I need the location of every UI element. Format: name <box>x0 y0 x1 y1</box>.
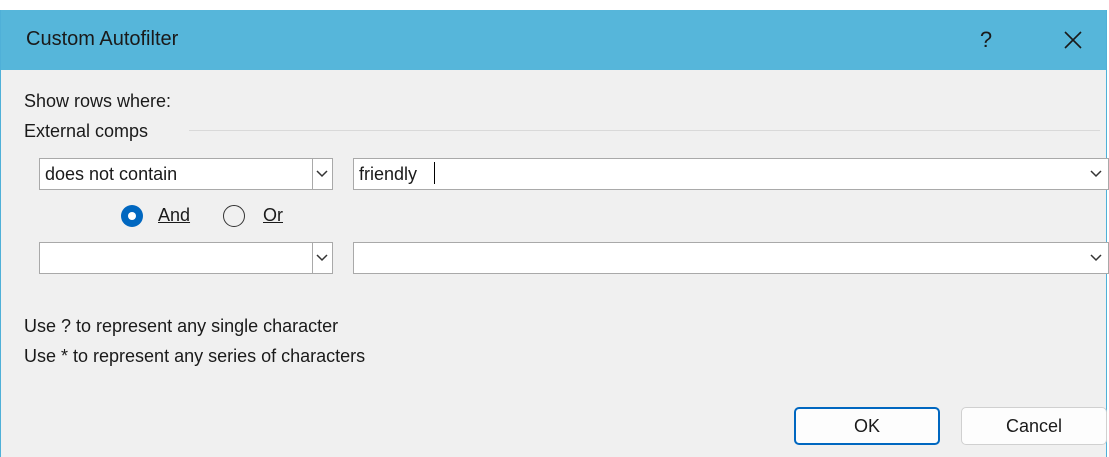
custom-autofilter-dialog: Custom Autofilter ? Show rows where: Ext… <box>0 10 1109 457</box>
chevron-down-icon <box>316 170 328 178</box>
and-label[interactable]: And <box>158 205 190 226</box>
close-icon <box>1064 31 1082 49</box>
hint-single-char: Use ? to represent any single character <box>24 316 339 336</box>
title-bar[interactable]: Custom Autofilter ? <box>1 10 1106 70</box>
or-radio[interactable] <box>223 205 245 227</box>
group-divider <box>189 130 1100 131</box>
operator-value-1: does not contain <box>45 164 178 184</box>
column-name-label: External comps <box>24 121 149 141</box>
dialog-title: Custom Autofilter <box>26 28 179 50</box>
chevron-down-icon <box>316 254 328 262</box>
operator-dropdown-button-1[interactable] <box>312 159 332 189</box>
cancel-button[interactable]: Cancel <box>961 407 1107 445</box>
value-combobox-1[interactable]: friendly <box>353 158 1109 190</box>
operator-select-1[interactable]: does not contain <box>39 158 333 190</box>
and-radio[interactable] <box>121 205 143 227</box>
or-label[interactable]: Or <box>263 205 283 226</box>
text-cursor <box>434 162 435 184</box>
ok-button[interactable]: OK <box>794 407 940 445</box>
close-button[interactable] <box>1046 18 1100 62</box>
chevron-down-icon[interactable] <box>1090 170 1102 178</box>
operator-select-2[interactable] <box>39 242 333 274</box>
hint-series-chars: Use * to represent any series of charact… <box>24 346 366 366</box>
chevron-down-icon[interactable] <box>1090 254 1102 262</box>
value-combobox-2[interactable] <box>353 242 1109 274</box>
show-rows-label: Show rows where: <box>24 91 172 111</box>
value-text-1: friendly <box>359 164 418 184</box>
operator-dropdown-button-2[interactable] <box>312 243 332 273</box>
help-button[interactable]: ? <box>961 18 1011 62</box>
help-icon: ? <box>979 27 993 52</box>
